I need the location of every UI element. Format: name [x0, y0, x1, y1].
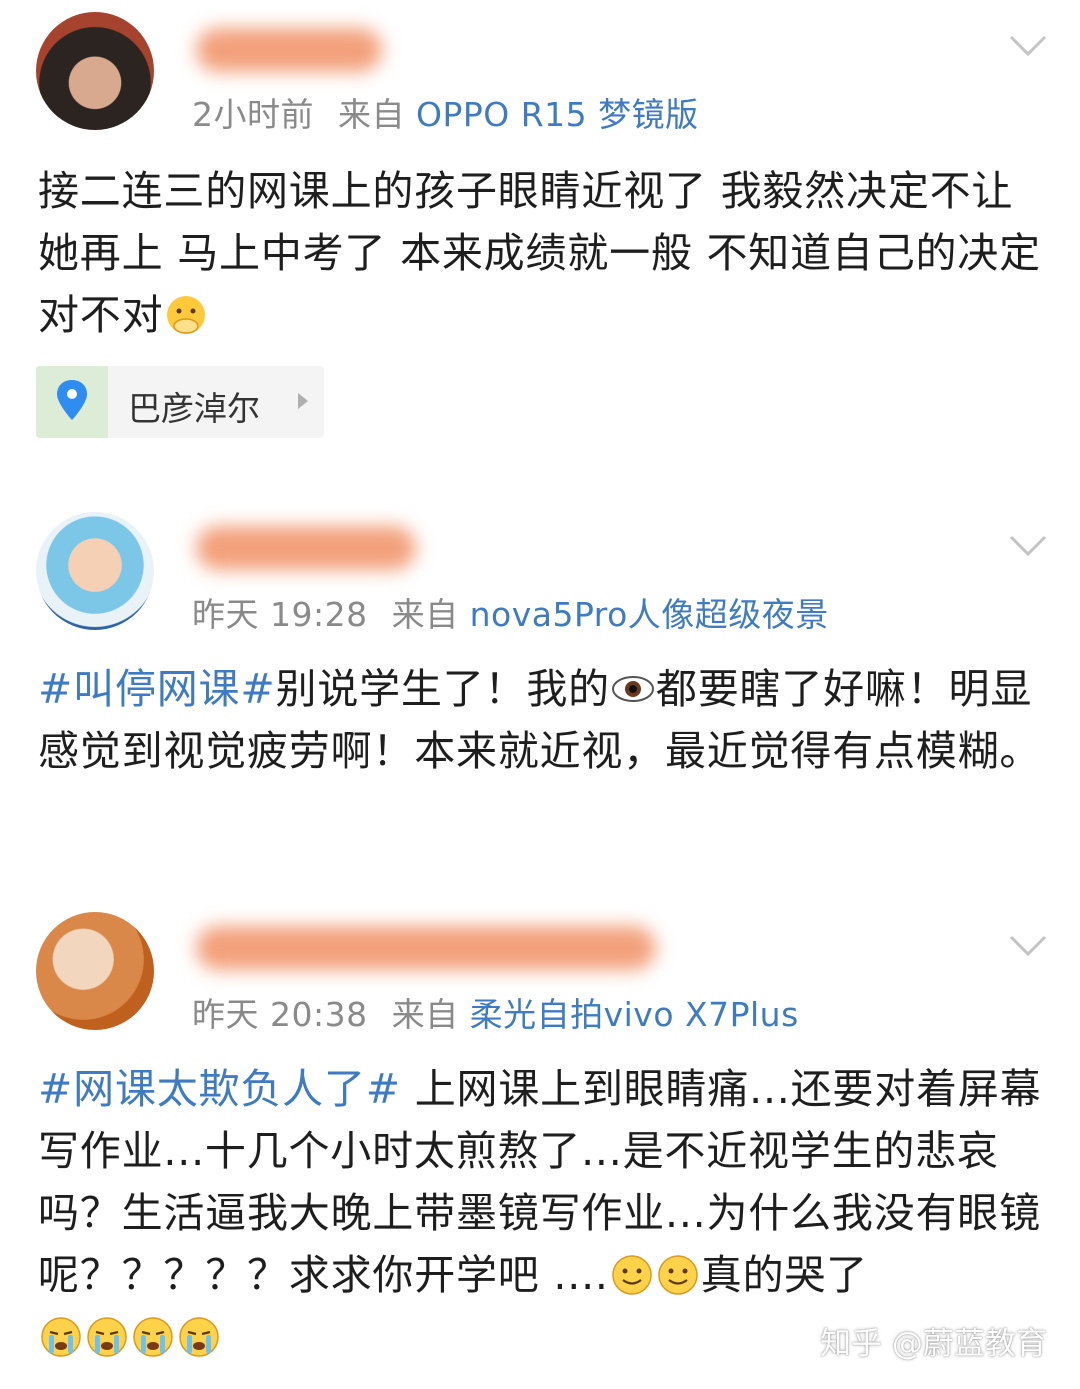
chevron-down-icon[interactable]	[1008, 534, 1048, 558]
smile-emoji	[658, 1255, 698, 1295]
post-text: #叫停网课#别说学生了！我的 都要瞎了好嘛！明显感觉到视觉疲劳啊！本来就近视，最近…	[38, 658, 1048, 782]
post-text: 接二连三的网课上的孩子眼睛近视了 我毅然决定不让她再上 马上中考了 本来成绩就一…	[38, 160, 1048, 346]
post-3: 昨天 20:38 来自 柔光自拍vivo X7Plus #网课太欺负人了# 上网课…	[0, 900, 1080, 1380]
source-prefix: 来自	[391, 595, 459, 634]
location-label: 巴彦淖尔	[128, 389, 260, 428]
post-source[interactable]: nova5Pro人像超级夜景	[470, 595, 829, 634]
avatar[interactable]	[36, 512, 154, 630]
chevron-down-icon[interactable]	[1008, 934, 1048, 958]
location-pin-icon	[57, 380, 87, 420]
username-blurred[interactable]	[196, 28, 382, 72]
post-meta: 2小时前 来自 OPPO R15 梦镜版	[192, 88, 699, 136]
username-blurred[interactable]	[196, 926, 656, 970]
username-blurred[interactable]	[196, 526, 416, 570]
arrow-right-icon	[298, 393, 308, 409]
hashtag[interactable]: #叫停网课#	[38, 665, 276, 713]
eye-emoji	[611, 676, 654, 702]
post-time: 昨天 19:28	[192, 595, 368, 634]
avatar[interactable]	[36, 912, 154, 1030]
watermark: 知乎 @蔚蓝教育	[820, 1326, 1047, 1362]
avatar[interactable]	[36, 12, 154, 130]
post-meta: 昨天 20:38 来自 柔光自拍vivo X7Plus	[192, 988, 799, 1036]
post-source[interactable]: OPPO R15 梦镜版	[416, 95, 699, 134]
crying-emoji	[133, 1317, 173, 1357]
crying-emoji	[179, 1317, 219, 1357]
post-source[interactable]: 柔光自拍vivo X7Plus	[470, 995, 799, 1034]
crying-emoji	[87, 1317, 127, 1357]
map-thumbnail	[36, 366, 108, 438]
source-prefix: 来自	[391, 995, 459, 1034]
post-text-part1: 别说学生了！我的	[275, 665, 610, 713]
location-tag[interactable]: 巴彦淖尔	[36, 366, 324, 438]
post-text-part2: 真的哭了	[700, 1251, 868, 1299]
post-2: 昨天 19:28 来自 nova5Pro人像超级夜景 #叫停网课#别说学生了！我的…	[0, 500, 1080, 880]
post-meta: 昨天 19:28 来自 nova5Pro人像超级夜景	[192, 588, 829, 636]
chevron-down-icon[interactable]	[1008, 34, 1048, 58]
hashtag[interactable]: #网课太欺负人了#	[38, 1065, 401, 1113]
post-time: 昨天 20:38	[192, 995, 368, 1034]
crying-emoji	[41, 1317, 81, 1357]
post-1: 2小时前 来自 OPPO R15 梦镜版 接二连三的网课上的孩子眼睛近视了 我毅然…	[0, 0, 1080, 470]
smile-emoji	[612, 1255, 652, 1295]
crying-emoji-row	[38, 1313, 222, 1361]
post-time: 2小时前	[192, 95, 314, 134]
source-prefix: 来自	[338, 95, 405, 134]
covering-mouth-emoji	[167, 296, 206, 334]
